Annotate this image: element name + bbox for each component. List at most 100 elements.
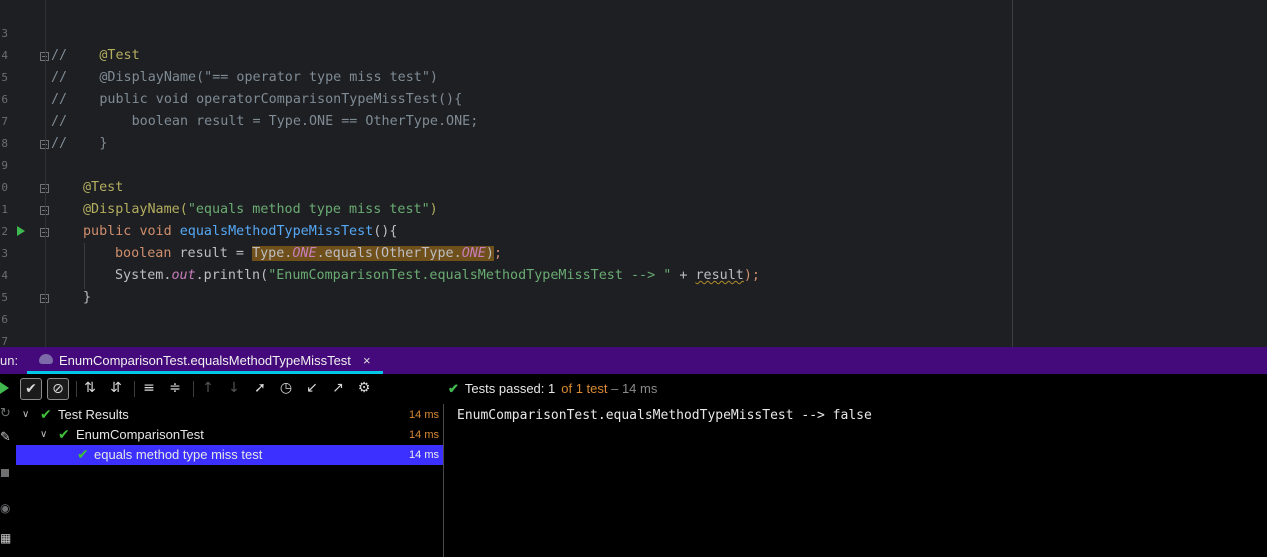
line-number: 1 [1,203,8,216]
line-number: 3 [1,247,8,260]
run-tab[interactable]: EnumComparisonTest.equalsMethodTypeMissT… [26,347,382,374]
code-text: + [671,268,696,283]
collapse-all-icon[interactable]: ≑ [165,378,185,398]
status-duration: – 14 ms [607,381,658,396]
tree-row-enum-comparison-test[interactable]: ∨ ✔ EnumComparisonTest 14 ms [16,425,443,445]
code-editor[interactable]: 3 4 5 6 7 8 9 0 1 2 3 4 5 6 7 // @Test /… [0,0,1267,348]
method-name: equalsMethodTypeMissTest [179,224,374,239]
run-tab-title: EnumComparisonTest.equalsMethodTypeMissT… [59,353,351,368]
static-field: out [171,268,196,283]
code-line: public void equalsMethodTypeMissTest(){ [83,221,397,243]
sort-alpha-icon[interactable]: ⇅ [80,378,100,398]
stop-circle-icon[interactable]: ⊘ [47,378,69,400]
string-literal: "EnumComparisonTest.equalsMethodTypeMiss… [268,268,672,283]
console-output[interactable]: EnumComparisonTest.equalsMethodTypeMissT… [457,408,872,423]
code-line: @DisplayName("equals method type miss te… [83,199,438,221]
inspection-highlight[interactable]: Type.ONE.equals(OtherType.ONE) [252,246,494,261]
rerun-failed-icon[interactable]: ↻ [0,407,11,420]
wrench-icon[interactable]: ✎ [0,431,11,444]
line-number: 9 [1,159,8,172]
pass-check-icon: ✔ [58,427,70,443]
test-run-config-icon [39,354,53,364]
tree-row-time: 14 ms [409,449,439,461]
line-number: 0 [1,181,8,194]
stop-icon[interactable] [1,469,9,477]
arrow-up-icon[interactable]: ↑ [198,378,218,398]
status-total: of 1 test [561,381,608,396]
chevron-down-icon[interactable]: ∨ [40,425,47,445]
annotation-text: @Test [83,180,124,195]
tree-row-test-results[interactable]: ∨ ✔ Test Results 14 ms [16,405,443,425]
test-toolbar: ✔ ⊘ ⇅ ⇵ ≡ ≑ ↑ ↓ ➚ ◷ ↙ ↗ ⚙ [14,374,444,404]
line-number: 5 [1,291,8,304]
code-text: .println( [195,268,269,283]
panel-splitter[interactable] [443,404,444,557]
toolbar-separator [193,381,194,397]
layout-icon[interactable]: ▦ [0,532,11,544]
annotation-text: @DisplayName( [83,202,188,217]
import-tests-icon[interactable]: ➚ [250,378,270,398]
editor-gutter: 3 4 5 6 7 8 9 0 1 2 3 4 5 6 7 [0,0,49,348]
history-icon[interactable]: ◷ [276,378,296,398]
sort-duration-icon[interactable]: ⇵ [106,378,126,398]
pass-check-icon: ✔ [448,381,459,396]
status-prefix: Tests passed: [464,381,549,396]
chevron-down-icon[interactable]: ∨ [22,405,29,425]
code-line: // boolean result = Type.ONE == OtherTyp… [51,114,479,129]
code-line: // @DisplayName("== operator type miss t… [51,70,438,85]
test-status: ✔ Tests passed: 1 of 1 test – 14 ms [448,374,657,404]
run-panel: ↻ ✎ ◉ ▦ ✔ ⊘ ⇅ ⇵ ≡ ≑ ↑ ↓ ➚ ◷ ↙ ↗ ⚙ ✔ Tests… [0,374,1267,557]
arrow-down-icon[interactable]: ↓ [224,378,244,398]
code-text: .equals(OtherType. [316,246,462,261]
code-text: System. [115,268,172,283]
code-line: boolean result = Type.ONE.equals(OtherTy… [115,243,502,265]
line-number: 6 [1,93,8,106]
check-icon[interactable]: ✔ [20,378,42,400]
tree-row-label: EnumComparisonTest [76,427,204,442]
variable-warning: result [695,268,744,283]
expand-all-icon[interactable]: ≡ [139,378,159,398]
line-number: 4 [1,49,8,62]
line-number: 7 [1,115,8,128]
annotation-text: @Test [99,48,140,63]
tree-row-time: 14 ms [409,409,439,421]
code-text: ) [485,246,494,261]
code-line: // @Test [51,45,140,67]
code-line: @Test [83,177,123,199]
pass-check-icon: ✔ [40,407,52,423]
run-label: un: [0,353,19,368]
annotation-text: ) [429,202,438,217]
gutter-divider [45,0,46,347]
code-line: } [83,290,92,305]
toolbar-separator [76,381,77,397]
line-number: 4 [1,269,8,282]
gear-icon[interactable]: ⚙ [354,378,374,398]
line-number: 5 [1,71,8,84]
static-field: ONE [461,246,486,261]
keyword: void [139,224,172,239]
comment-text: // [51,48,100,63]
string-literal: "equals method type miss test" [187,202,430,217]
indent-guide [84,243,85,289]
code-line: // public void operatorComparisonTypeMis… [51,92,463,107]
line-number: 3 [1,27,8,40]
export-out-icon[interactable]: ↗ [328,378,348,398]
close-icon[interactable]: × [363,347,371,374]
eye-icon[interactable]: ◉ [0,502,10,514]
export-in-icon[interactable]: ↙ [302,378,322,398]
tree-row-label: equals method type miss test [94,447,263,462]
rerun-icon[interactable] [0,382,9,394]
keyword: public [83,224,132,239]
run-tool-window-header: un: EnumComparisonTest.equalsMethodTypeM… [0,347,1267,374]
code-text: result = [171,246,253,261]
code-line: // } [51,136,108,151]
line-number: 6 [1,313,8,326]
toolbar-separator [134,381,135,397]
code-text: ; [493,246,502,261]
static-field: ONE [292,246,317,261]
tree-row-selected-test[interactable]: ✔ equals method type miss test 14 ms [16,445,443,465]
right-margin-guide [1012,0,1013,347]
line-number: 8 [1,137,8,150]
run-side-toolbar: ↻ ✎ ◉ ▦ [0,374,14,557]
run-test-gutter-icon[interactable] [17,226,25,236]
